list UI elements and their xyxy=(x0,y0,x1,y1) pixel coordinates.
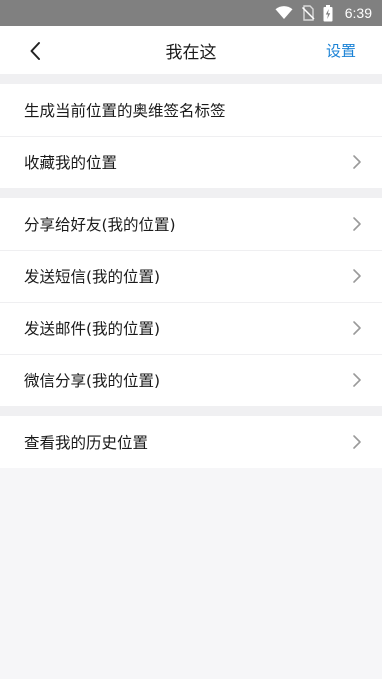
chevron-right-icon xyxy=(353,435,361,449)
menu-item-label: 生成当前位置的奥维签名标签 xyxy=(24,102,226,120)
back-arrow-icon xyxy=(30,42,40,60)
section-divider xyxy=(0,406,382,416)
menu-item-generate-signature-tag[interactable]: 生成当前位置的奥维签名标签 xyxy=(0,84,382,136)
settings-button[interactable]: 设置 xyxy=(326,40,356,61)
page-title: 我在这 xyxy=(165,42,217,63)
menu-item-send-sms[interactable]: 发送短信(我的位置) xyxy=(0,250,382,302)
app-header: 我在这 设置 xyxy=(0,26,382,74)
menu-item-wechat-share[interactable]: 微信分享(我的位置) xyxy=(0,354,382,406)
back-button[interactable] xyxy=(22,38,48,64)
menu-item-label: 查看我的历史位置 xyxy=(24,434,149,452)
no-sim-icon xyxy=(301,5,315,21)
menu-item-label: 发送短信(我的位置) xyxy=(24,268,161,286)
menu-item-send-email[interactable]: 发送邮件(我的位置) xyxy=(0,302,382,354)
menu-group-history: 查看我的历史位置 xyxy=(0,416,382,468)
menu-item-label: 分享给好友(我的位置) xyxy=(24,216,176,234)
wifi-icon xyxy=(275,6,293,19)
menu-item-label: 发送邮件(我的位置) xyxy=(24,320,161,338)
battery-charging-icon xyxy=(323,4,333,21)
menu-item-share-friends[interactable]: 分享给好友(我的位置) xyxy=(0,198,382,250)
menu-item-label: 收藏我的位置 xyxy=(24,154,118,172)
status-time: 6:39 xyxy=(344,5,372,21)
menu-item-location-history[interactable]: 查看我的历史位置 xyxy=(0,416,382,468)
menu-item-favorite-location[interactable]: 收藏我的位置 xyxy=(0,136,382,188)
chevron-right-icon xyxy=(353,321,361,335)
section-divider xyxy=(0,74,382,84)
menu-item-label: 微信分享(我的位置) xyxy=(24,372,161,390)
chevron-right-icon xyxy=(353,155,361,169)
chevron-right-icon xyxy=(353,269,361,283)
menu-group-location-tag: 生成当前位置的奥维签名标签 收藏我的位置 xyxy=(0,84,382,188)
status-bar: 6:39 xyxy=(0,0,382,26)
chevron-right-icon xyxy=(353,373,361,387)
chevron-right-icon xyxy=(353,217,361,231)
menu-group-share: 分享给好友(我的位置) 发送短信(我的位置) 发送邮件(我的位置) 微信分享(我… xyxy=(0,198,382,406)
section-divider xyxy=(0,188,382,198)
